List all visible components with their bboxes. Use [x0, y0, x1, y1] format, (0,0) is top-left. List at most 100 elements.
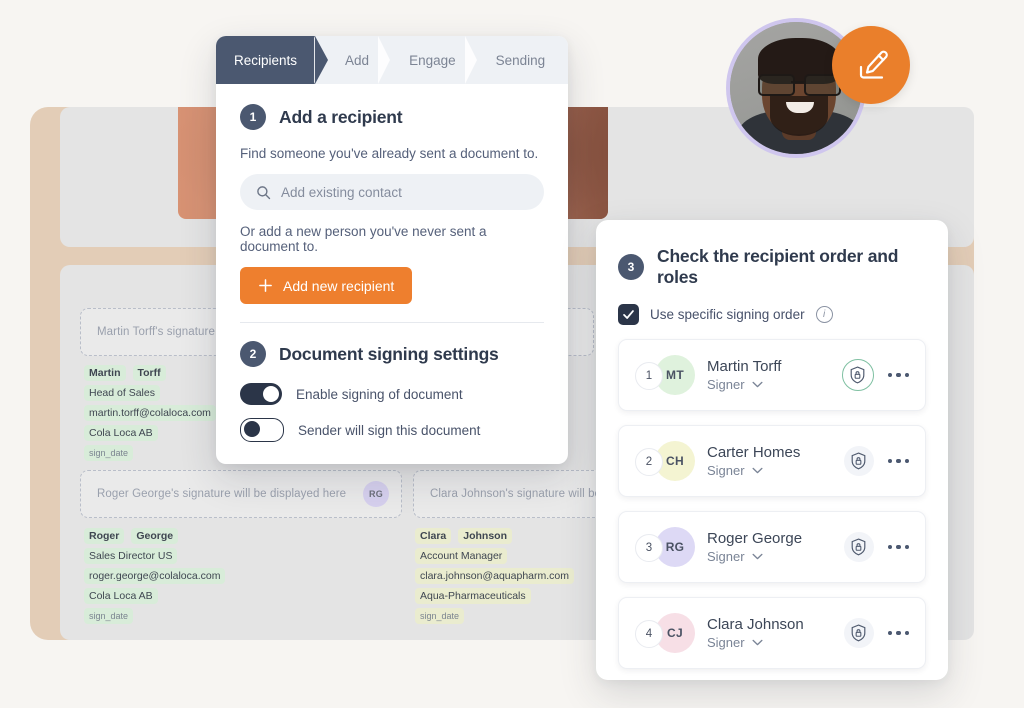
recipient-role-select[interactable]: Signer — [707, 463, 844, 478]
field-title: Account Manager — [415, 548, 508, 564]
signature-placeholder: Roger George's signature will be display… — [97, 488, 347, 500]
check-icon — [623, 310, 634, 319]
shield-lock-icon[interactable] — [843, 532, 874, 562]
avatar-group: MT 1 — [635, 355, 697, 395]
more-options-icon[interactable] — [887, 544, 909, 550]
more-options-icon[interactable] — [887, 630, 909, 636]
toggle-row-enable-signing: Enable signing of document — [240, 383, 544, 405]
field-first-name: Clara — [415, 528, 452, 544]
recipient-name: Clara Johnson — [707, 616, 804, 633]
field-last-name: George — [131, 528, 179, 544]
more-options-icon[interactable] — [887, 458, 909, 464]
enable-signing-label: Enable signing of document — [296, 386, 463, 402]
step2-header: 2 Document signing settings — [240, 341, 544, 367]
field-sign-date: sign_date — [84, 608, 134, 624]
shield-lock-icon[interactable] — [843, 446, 874, 476]
toggle-knob — [244, 421, 260, 437]
field-block-clara: Clara Johnson Account Manager clara.john… — [415, 528, 574, 628]
chevron-separator-icon — [378, 36, 391, 84]
field-email: clara.johnson@aquapharm.com — [415, 568, 574, 584]
sender-signs-toggle[interactable] — [240, 418, 284, 442]
field-company: Cola Loca AB — [84, 425, 158, 441]
plus-icon — [259, 279, 272, 292]
step3-number-badge: 3 — [618, 254, 644, 280]
order-badge: 3 — [635, 534, 663, 562]
step2-number-badge: 2 — [240, 341, 266, 367]
toggle-row-sender-signs: Sender will sign this document — [240, 418, 544, 442]
search-icon — [257, 185, 271, 199]
recipient-role-label: Signer — [707, 463, 745, 478]
recipient-role-select[interactable]: Signer — [707, 377, 842, 392]
recipient-order-panel: 3 Check the recipient order and roles Us… — [596, 220, 948, 680]
add-new-recipient-label: Add new recipient — [283, 277, 395, 294]
order-badge: 1 — [635, 362, 663, 390]
recipient-row-clara-johnson[interactable]: CJ 4 Clara Johnson Signer — [618, 597, 926, 669]
recipient-name: Martin Torff — [707, 358, 782, 375]
tab-recipients[interactable]: Recipients — [216, 36, 329, 84]
chevron-down-icon — [752, 639, 763, 646]
recipient-row-carter-homes[interactable]: CH 2 Carter Homes Signer — [618, 425, 926, 497]
use-specific-signing-order-label: Use specific signing order — [650, 307, 805, 322]
signature-box-roger[interactable]: Roger George's signature will be display… — [80, 470, 402, 518]
field-email: martin.torff@colaloca.com — [84, 405, 216, 421]
chevron-down-icon — [752, 553, 763, 560]
step1-number-badge: 1 — [240, 104, 266, 130]
recipient-role-label: Signer — [707, 377, 745, 392]
signature-avatar-badge: RG — [363, 481, 389, 507]
enable-signing-toggle[interactable] — [240, 383, 282, 405]
step3-header: 3 Check the recipient order and roles — [618, 246, 926, 288]
tab-label: Engage — [409, 52, 456, 68]
signing-order-row: Use specific signing order i — [618, 304, 926, 325]
tab-sending[interactable]: Sending — [464, 36, 556, 84]
avatar-group: CJ 4 — [635, 613, 697, 653]
more-options-icon[interactable] — [887, 372, 909, 378]
tab-label: Sending — [495, 52, 546, 68]
chevron-separator-icon — [464, 36, 477, 84]
recipient-role-select[interactable]: Signer — [707, 549, 844, 564]
field-first-name: Martin — [84, 365, 126, 381]
recipient-role-label: Signer — [707, 635, 745, 650]
sender-signs-label: Sender will sign this document — [298, 422, 481, 438]
order-badge: 4 — [635, 620, 663, 648]
field-last-name: Torff — [132, 365, 166, 381]
recipient-name: Roger George — [707, 530, 803, 547]
use-specific-signing-order-checkbox[interactable] — [618, 304, 639, 325]
tab-engage[interactable]: Engage — [378, 36, 466, 84]
field-company: Aqua-Pharmaceuticals — [415, 588, 531, 604]
field-company: Cola Loca AB — [84, 588, 158, 604]
pencil-sign-badge[interactable] — [832, 26, 910, 104]
info-icon[interactable]: i — [815, 306, 833, 323]
chevron-down-icon — [752, 381, 763, 388]
recipient-info: Clara Johnson Signer — [697, 616, 844, 650]
recipient-role-select[interactable]: Signer — [707, 635, 844, 650]
field-sign-date: sign_date — [415, 608, 465, 624]
recipient-row-roger-george[interactable]: RG 3 Roger George Signer — [618, 511, 926, 583]
avatar-group: RG 3 — [635, 527, 697, 567]
order-badge: 2 — [635, 448, 663, 476]
search-input[interactable]: Add existing contact — [240, 174, 544, 210]
tab-label: Add — [345, 52, 370, 68]
step1-title: Add a recipient — [279, 106, 403, 127]
field-title: Sales Director US — [84, 548, 178, 564]
step2-title: Document signing settings — [279, 343, 499, 364]
search-placeholder-text: Add existing contact — [281, 184, 402, 200]
chevron-down-icon — [752, 467, 763, 474]
glasses — [756, 74, 844, 96]
recipient-row-martin-torff[interactable]: MT 1 Martin Torff Signer — [618, 339, 926, 411]
shield-lock-icon[interactable] — [843, 618, 874, 648]
recipient-info: Martin Torff Signer — [697, 358, 842, 392]
field-block-martin: Martin Torff Head of Sales martin.torff@… — [84, 365, 216, 465]
toggle-knob — [263, 386, 279, 402]
wizard-panel-body: 1 Add a recipient Find someone you've al… — [216, 84, 568, 442]
avatar-group: CH 2 — [635, 441, 697, 481]
field-email: roger.george@colaloca.com — [84, 568, 226, 584]
step3-title: Check the recipient order and roles — [657, 246, 899, 287]
shield-lock-icon[interactable] — [841, 359, 874, 391]
field-first-name: Roger — [84, 528, 125, 544]
add-new-recipient-button[interactable]: Add new recipient — [240, 267, 413, 304]
section-divider — [240, 322, 544, 323]
recipient-info: Roger George Signer — [697, 530, 844, 564]
field-row-name: Martin Torff — [84, 365, 216, 381]
tab-label: Recipients — [234, 52, 298, 68]
wizard-step-tabs: Recipients Add Engage Sending — [216, 36, 568, 84]
